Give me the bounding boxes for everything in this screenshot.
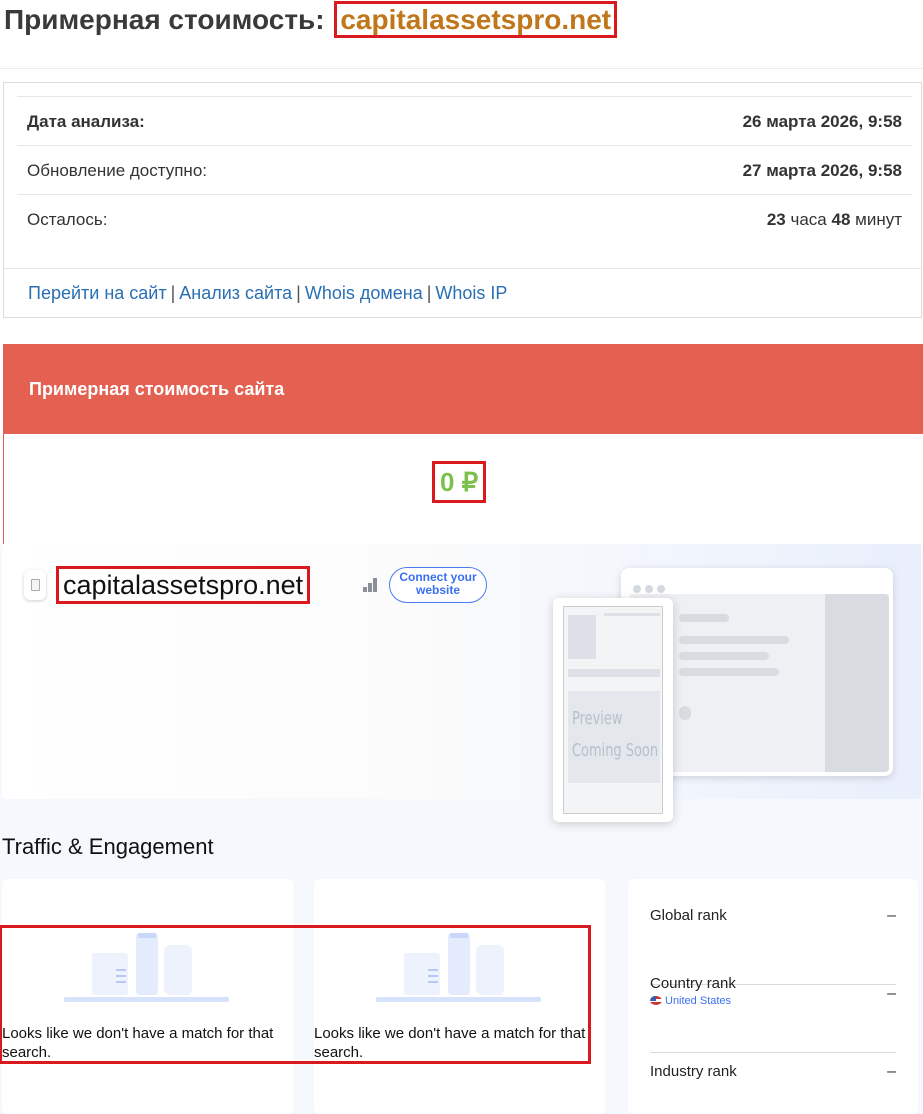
analysis-date-label: Дата анализа: — [27, 112, 145, 131]
country-name: United States — [665, 995, 732, 1007]
preview-coming-soon: Preview Coming Soon — [572, 703, 658, 767]
country-rank-row: Country rank United States – — [650, 975, 896, 1053]
us-flag-icon — [650, 996, 662, 1005]
remaining-minutes: 48 — [831, 210, 851, 229]
goto-site-link[interactable]: Перейти на сайт — [28, 283, 167, 303]
links-bar: Перейти на сайт | Анализ сайта | Whois домен… — [4, 268, 921, 304]
no-match-message: Looks like we don't have a match for tha… — [2, 1025, 274, 1061]
link-separator: | — [296, 283, 301, 303]
traffic-card-2: Looks like we don't have a match for tha… — [314, 879, 605, 1114]
estimate-heading: Примерная стоимость сайта — [4, 344, 923, 434]
rank-bars-icon — [363, 578, 379, 592]
info-panel: Дата анализа: 26 марта 2026, 9:58 Обновл… — [3, 82, 922, 318]
remaining-hours-unit: часа — [790, 210, 827, 229]
page-title-prefix: Примерная стоимость: — [4, 4, 325, 35]
no-match-message: Looks like we don't have a match for tha… — [314, 1025, 586, 1061]
remaining-row: Осталось: 23 часа 48 минут — [17, 194, 912, 243]
whois-domain-link[interactable]: Whois домена — [305, 283, 423, 303]
file-icon — [24, 570, 46, 600]
link-separator: | — [170, 283, 176, 303]
title-divider — [0, 68, 923, 69]
empty-state-illustration — [64, 933, 229, 1002]
whois-ip-link[interactable]: Whois IP — [435, 283, 507, 303]
page-title: Примерная стоимость: capitalassetspro.ne… — [4, 1, 618, 38]
country-rank-label: Country rank — [650, 975, 736, 992]
country-rank-value: – — [887, 985, 896, 1002]
estimate-card: Примерная стоимость сайта 0 ₽ — [3, 344, 923, 544]
industry-rank-label: Industry rank — [650, 1063, 737, 1080]
site-analysis-link[interactable]: Анализ сайта — [179, 283, 292, 303]
remaining-hours: 23 — [766, 210, 786, 229]
similarweb-widget: capitalassetspro.net Connect your websit… — [0, 544, 923, 1114]
global-rank-label: Global rank — [650, 907, 727, 924]
global-rank-value: – — [887, 907, 896, 924]
analysis-date-row: Дата анализа: 26 марта 2026, 9:58 — [17, 96, 912, 145]
mobile-preview-illustration: Preview Coming Soon — [553, 598, 673, 822]
industry-rank-row: Industry rank – — [650, 1063, 896, 1114]
preview-line-2: Coming Soon — [572, 740, 659, 761]
update-label: Обновление доступно: — [27, 161, 208, 180]
section-title: Traffic & Engagement — [2, 834, 214, 859]
estimate-body: 0 ₽ — [4, 434, 923, 544]
remaining-label: Осталось: — [27, 210, 108, 229]
update-value: 27 марта 2026, 9:58 — [742, 161, 902, 180]
remaining-value: 23 часа 48 минут — [767, 210, 902, 230]
link-separator: | — [426, 283, 432, 303]
global-rank-row: Global rank – — [650, 907, 896, 985]
estimate-amount: 0 ₽ — [432, 461, 487, 503]
preview-line-1: Preview — [572, 708, 623, 729]
empty-state-illustration — [376, 933, 541, 1002]
country-selector[interactable]: United States — [650, 995, 731, 1007]
connect-website-button[interactable]: Connect your website — [389, 567, 487, 603]
site-hero: capitalassetspro.net Connect your websit… — [2, 544, 921, 822]
rank-card: Global rank – Country rank United States… — [628, 879, 918, 1114]
traffic-card-1: Looks like we don't have a match for tha… — [2, 879, 293, 1114]
analysis-date-value: 26 марта 2026, 9:58 — [742, 112, 902, 131]
site-domain[interactable]: capitalassetspro.net — [56, 566, 311, 604]
update-row: Обновление доступно: 27 марта 2026, 9:58 — [17, 145, 912, 194]
remaining-minutes-unit: минут — [855, 210, 902, 229]
title-domain-link[interactable]: capitalassetspro.net — [334, 1, 618, 38]
industry-rank-value: – — [887, 1063, 896, 1080]
